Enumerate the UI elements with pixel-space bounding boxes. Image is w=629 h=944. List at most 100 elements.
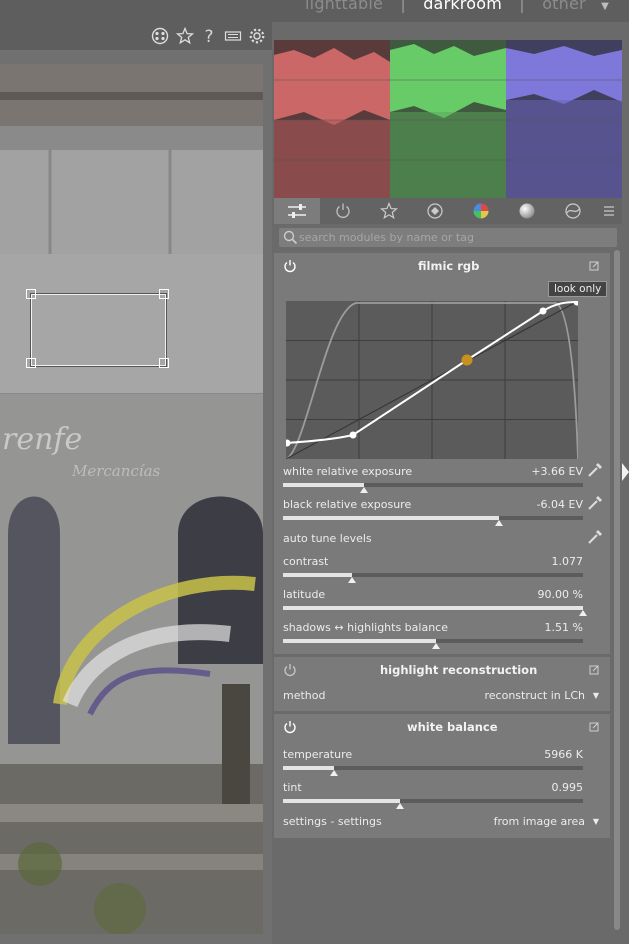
- photo-canvas[interactable]: renfe Mercancías: [0, 64, 263, 934]
- slider-marker[interactable]: [495, 520, 503, 526]
- search-icon: [283, 230, 298, 245]
- slider-fill: [283, 799, 400, 803]
- slider-marker[interactable]: [396, 803, 404, 809]
- tab-active-modules[interactable]: [274, 198, 320, 224]
- selection-handle[interactable]: [159, 358, 169, 368]
- slider-label: temperature: [283, 748, 353, 761]
- selection-handle[interactable]: [26, 358, 36, 368]
- keyboard-icon[interactable]: [223, 27, 243, 47]
- look-only-badge: look only: [548, 281, 608, 297]
- slider-marker[interactable]: [432, 643, 440, 649]
- slider-label: white relative exposure: [283, 465, 413, 478]
- slider-fill: [283, 639, 436, 643]
- white-balance-module: white balance temperature 5966 K tint 0.…: [274, 714, 610, 838]
- tab-tone-modules[interactable]: [412, 198, 458, 224]
- tab-correct-modules[interactable]: [504, 198, 550, 224]
- contrast-slider[interactable]: contrast 1.077: [283, 555, 583, 585]
- module-title: filmic rgb: [418, 259, 480, 273]
- sliders-icon: [288, 204, 306, 218]
- slider-marker[interactable]: [330, 770, 338, 776]
- slider-label: black relative exposure: [283, 498, 412, 511]
- gear-icon[interactable]: [247, 27, 267, 47]
- wb-settings-combobox[interactable]: settings - settings from image area ▼: [283, 815, 599, 831]
- temperature-slider[interactable]: temperature 5966 K: [283, 748, 583, 778]
- filmic-rgb-module: filmic rgb look only white relative expo…: [274, 253, 610, 654]
- tab-favorite-modules[interactable]: [366, 198, 412, 224]
- waveform-histogram[interactable]: [274, 40, 622, 198]
- filmic-header[interactable]: filmic rgb: [274, 253, 610, 279]
- tab-color-modules[interactable]: [458, 198, 504, 224]
- combo-label: method: [283, 689, 326, 702]
- view-switcher-bar: lighttable | darkroom | other ▼: [0, 0, 629, 22]
- filmic-graph[interactable]: [286, 301, 578, 459]
- slider-marker[interactable]: [348, 577, 356, 583]
- area-selection-box[interactable]: [31, 294, 166, 366]
- slider-marker[interactable]: [360, 487, 368, 493]
- slider-track: [283, 516, 583, 520]
- slider-track: [283, 573, 583, 577]
- slider-track: [283, 766, 583, 770]
- star-icon: [380, 202, 398, 220]
- color-picker-icon[interactable]: [586, 494, 604, 512]
- effect-icon: [565, 203, 581, 219]
- tint-slider[interactable]: tint 0.995: [283, 781, 583, 811]
- modules-scrollbar[interactable]: [614, 250, 620, 930]
- slider-fill: [283, 606, 583, 610]
- view-separator: |: [519, 0, 525, 13]
- presets-icon[interactable]: [588, 721, 600, 733]
- balance-slider[interactable]: shadows ↔ highlights balance 1.51 %: [283, 621, 583, 651]
- highlight-reconstruction-module: highlight reconstruction method reconstr…: [274, 657, 610, 711]
- highlight-header[interactable]: highlight reconstruction: [274, 657, 610, 683]
- view-dropdown-icon[interactable]: ▼: [601, 1, 609, 12]
- color-picker-icon[interactable]: [586, 528, 604, 546]
- slider-value: 0.995: [551, 781, 584, 794]
- collapse-right-panel-arrow[interactable]: [622, 463, 629, 481]
- latitude-slider[interactable]: latitude 90.00 %: [283, 588, 587, 618]
- photo-sub-text: Mercancías: [72, 462, 161, 480]
- slider-track: [283, 799, 583, 803]
- presets-icon[interactable]: [588, 664, 600, 676]
- slider-value: 1.077: [551, 555, 584, 568]
- white-exposure-slider[interactable]: white relative exposure +3.66 EV: [283, 465, 583, 495]
- grid-icon[interactable]: [150, 27, 170, 47]
- color-wheel-icon: [473, 203, 489, 219]
- presets-icon[interactable]: [588, 260, 600, 272]
- power-icon[interactable]: [283, 663, 297, 677]
- menu-icon: [604, 206, 614, 216]
- tone-icon: [427, 203, 443, 219]
- combo-value: reconstruct in LCh: [484, 689, 586, 702]
- selection-handle[interactable]: [26, 289, 36, 299]
- slider-track: [283, 606, 583, 610]
- view-lighttable[interactable]: lighttable: [305, 0, 383, 13]
- slider-label: contrast: [283, 555, 329, 568]
- black-exposure-slider[interactable]: black relative exposure -6.04 EV: [283, 498, 583, 528]
- star-icon[interactable]: [175, 26, 195, 47]
- view-darkroom[interactable]: darkroom: [423, 0, 502, 13]
- slider-label: latitude: [283, 588, 326, 601]
- module-title: highlight reconstruction: [380, 663, 538, 677]
- module-search-input[interactable]: [299, 228, 609, 247]
- photo-image: [0, 64, 263, 934]
- selection-handle[interactable]: [159, 289, 169, 299]
- tab-effect-modules[interactable]: [550, 198, 596, 224]
- color-picker-icon[interactable]: [586, 461, 604, 479]
- method-combobox[interactable]: method reconstruct in LCh ▼: [283, 689, 599, 705]
- module-group-tabs: [274, 198, 622, 224]
- slider-label: tint: [283, 781, 302, 794]
- power-icon: [336, 203, 350, 218]
- dropdown-arrow-icon: ▼: [592, 817, 599, 826]
- combo-label: settings - settings: [283, 815, 382, 828]
- photo-logo-text: renfe: [2, 422, 83, 457]
- view-other[interactable]: other: [542, 0, 586, 13]
- view-switcher: lighttable | darkroom | other ▼: [299, 0, 615, 13]
- white-balance-header[interactable]: white balance: [274, 714, 610, 740]
- tab-base-modules[interactable]: [320, 198, 366, 224]
- slider-fill: [283, 573, 352, 577]
- power-icon[interactable]: [283, 720, 297, 734]
- power-icon[interactable]: [283, 259, 297, 273]
- slider-marker[interactable]: [579, 610, 587, 616]
- help-icon[interactable]: ?: [199, 27, 219, 47]
- tab-presets-menu[interactable]: [596, 198, 622, 224]
- slider-value: +3.66 EV: [531, 465, 583, 478]
- slider-fill: [283, 516, 499, 520]
